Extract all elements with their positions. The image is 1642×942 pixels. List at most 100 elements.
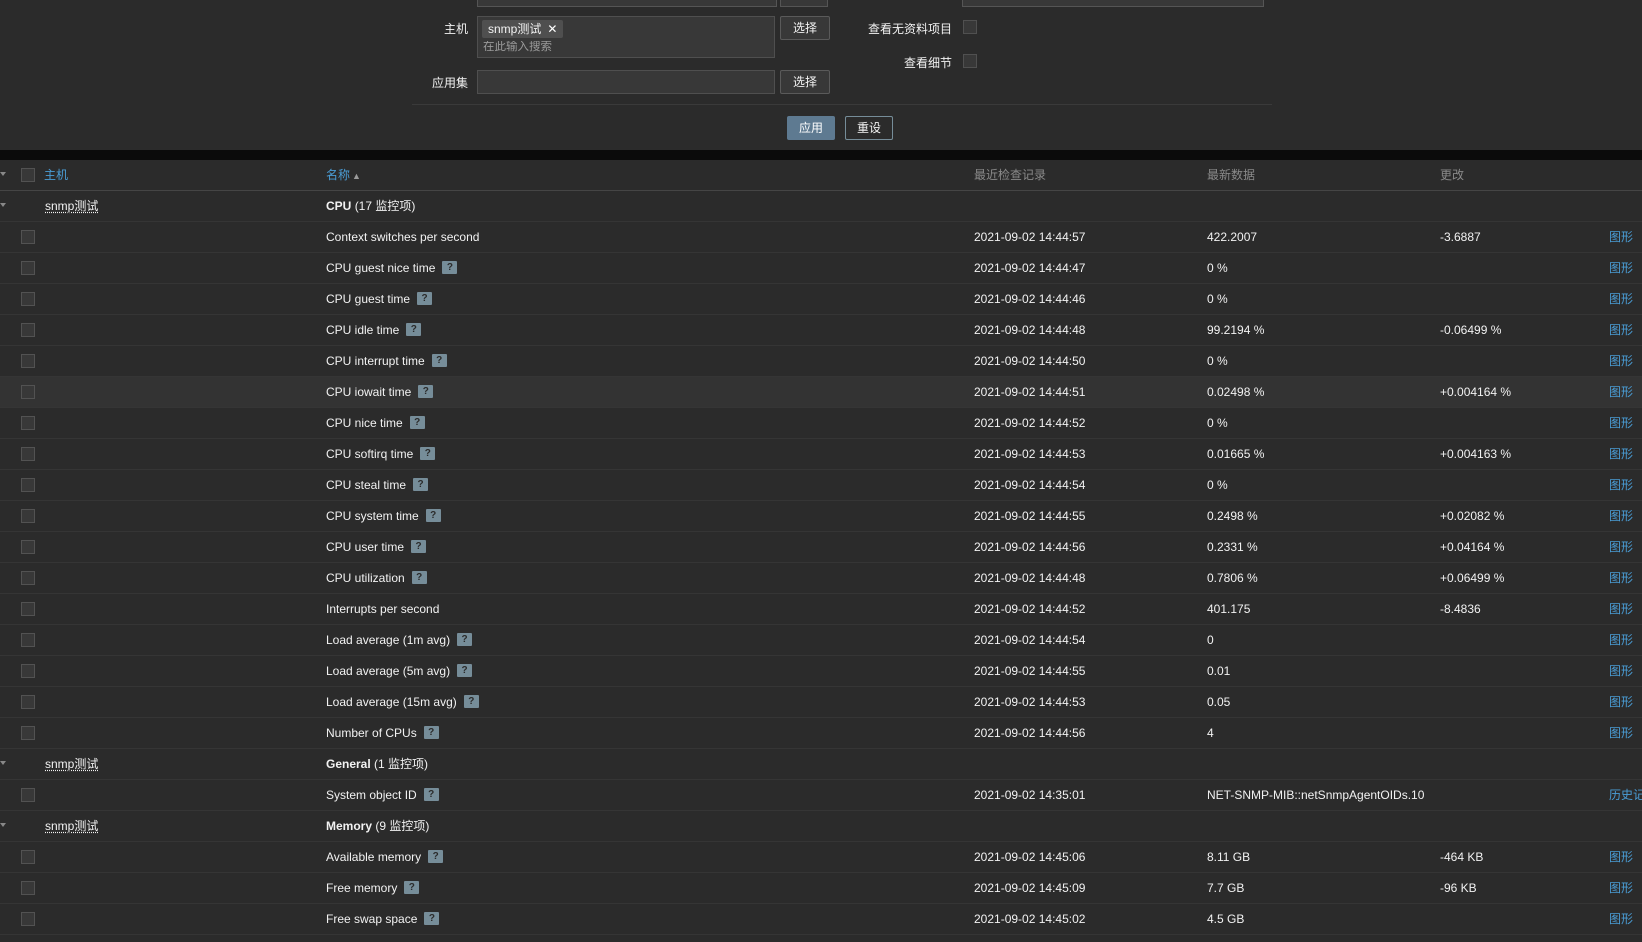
hint-icon[interactable]: ?	[423, 726, 439, 740]
graph-link[interactable]: 图形	[1609, 346, 1633, 376]
host-multiselect[interactable]: snmp测试 ✕	[477, 16, 775, 58]
item-checkbox[interactable]	[21, 478, 35, 492]
graph-link[interactable]: 图形	[1609, 284, 1633, 314]
apply-button[interactable]: 应用	[787, 116, 835, 140]
item-row: Free memory? 2021-09-02 14:45:09 7.7 GB -96…	[0, 873, 1642, 904]
item-row: Load average (5m avg)? 2021-09-02 14:44:5…	[0, 656, 1642, 687]
collapse-icon[interactable]	[0, 823, 6, 827]
graph-link[interactable]: 图形	[1609, 687, 1633, 717]
group-host[interactable]: snmp测试	[45, 811, 98, 841]
reset-button[interactable]: 重设	[845, 116, 893, 140]
show-details-label: 查看细节	[903, 56, 952, 70]
graph-link[interactable]: 图形	[1609, 532, 1633, 562]
item-checkbox[interactable]	[21, 323, 35, 337]
item-checkbox[interactable]	[21, 230, 35, 244]
app-select-button[interactable]: 选择	[780, 70, 830, 94]
graph-link[interactable]: 图形	[1609, 408, 1633, 438]
select-all-checkbox[interactable]	[21, 168, 35, 182]
hint-icon[interactable]: ?	[442, 261, 458, 275]
hint-icon[interactable]: ?	[457, 633, 473, 647]
item-change: -8.4836	[1440, 602, 1481, 616]
graph-link[interactable]: 图形	[1609, 718, 1633, 748]
hint-icon[interactable]: ?	[418, 385, 434, 399]
item-checkbox[interactable]	[21, 695, 35, 709]
item-checkbox[interactable]	[21, 261, 35, 275]
item-checkbox[interactable]	[21, 509, 35, 523]
collapse-icon[interactable]	[0, 203, 6, 207]
app-input[interactable]	[477, 70, 775, 94]
graph-link[interactable]: 图形	[1609, 439, 1633, 469]
host-search-input[interactable]	[483, 41, 763, 53]
collapse-all-icon[interactable]	[0, 172, 6, 176]
item-checkbox[interactable]	[21, 354, 35, 368]
item-last-value: 7.7 GB	[1207, 881, 1245, 895]
item-row: Free swap space? 2021-09-02 14:45:02 4.5 G…	[0, 904, 1642, 935]
item-checkbox[interactable]	[21, 602, 35, 616]
graph-link[interactable]: 图形	[1609, 563, 1633, 593]
host-label: 主机	[443, 22, 468, 36]
graph-link[interactable]: 图形	[1609, 470, 1633, 500]
hint-icon[interactable]: ?	[428, 850, 444, 864]
hint-icon[interactable]: ?	[417, 292, 433, 306]
hint-icon[interactable]: ?	[413, 478, 429, 492]
graph-link[interactable]: 图形	[1609, 222, 1633, 252]
item-change: -0.06499 %	[1440, 323, 1502, 337]
header-name[interactable]: 名称 ▲	[326, 160, 361, 190]
hint-icon[interactable]: ?	[409, 416, 425, 430]
hint-icon[interactable]: ?	[431, 354, 447, 368]
table-header: 主机 名称 ▲ 最近检查记录 最新数据 更改	[0, 160, 1642, 191]
hint-icon[interactable]: ?	[425, 509, 441, 523]
graph-link[interactable]: 图形	[1609, 842, 1633, 872]
hint-icon[interactable]: ?	[420, 447, 436, 461]
graph-link[interactable]: 图形	[1609, 377, 1633, 407]
item-checkbox[interactable]	[21, 881, 35, 895]
field-top-edge	[477, 0, 777, 7]
graph-link[interactable]: 图形	[1609, 904, 1633, 934]
history-link[interactable]: 历史记	[1609, 780, 1642, 810]
collapse-icon[interactable]	[0, 761, 6, 765]
hint-icon[interactable]: ?	[423, 788, 439, 802]
item-checkbox[interactable]	[21, 540, 35, 554]
item-row: CPU user time? 2021-09-02 14:44:56 0.2331 …	[0, 532, 1642, 563]
item-checkbox[interactable]	[21, 447, 35, 461]
graph-link[interactable]: 图形	[1609, 315, 1633, 345]
item-checkbox[interactable]	[21, 571, 35, 585]
item-checkbox[interactable]	[21, 416, 35, 430]
item-checkbox[interactable]	[21, 633, 35, 647]
item-last-value: 0.05	[1207, 695, 1231, 709]
group-title: General (1 监控项)	[326, 749, 428, 779]
show-no-data-checkbox[interactable]	[963, 20, 977, 34]
hint-icon[interactable]: ?	[411, 571, 427, 585]
hint-icon[interactable]: ?	[457, 664, 473, 678]
item-row: Context switches per second 2021-09-02 14…	[0, 222, 1642, 253]
graph-link[interactable]: 图形	[1609, 501, 1633, 531]
hint-icon[interactable]: ?	[424, 912, 440, 926]
graph-link[interactable]: 图形	[1609, 253, 1633, 283]
group-host[interactable]: snmp测试	[45, 191, 98, 221]
hint-icon[interactable]: ?	[404, 881, 420, 895]
item-checkbox[interactable]	[21, 788, 35, 802]
hint-icon[interactable]: ?	[406, 323, 422, 337]
graph-link[interactable]: 图形	[1609, 594, 1633, 624]
item-checkbox[interactable]	[21, 664, 35, 678]
remove-tag-icon[interactable]: ✕	[547, 22, 557, 36]
host-select-button[interactable]: 选择	[780, 16, 830, 40]
header-host[interactable]: 主机	[44, 160, 68, 190]
hint-icon[interactable]: ?	[463, 695, 479, 709]
item-checkbox[interactable]	[21, 850, 35, 864]
item-name-label: System object ID	[326, 788, 417, 802]
hint-icon[interactable]: ?	[411, 540, 427, 554]
show-details-checkbox[interactable]	[963, 54, 977, 68]
item-checkbox[interactable]	[21, 726, 35, 740]
item-checkbox[interactable]	[21, 385, 35, 399]
item-checkbox[interactable]	[21, 912, 35, 926]
item-last-value: 401.175	[1207, 602, 1251, 616]
graph-link[interactable]: 图形	[1609, 873, 1633, 903]
header-last-value: 最新数据	[1207, 168, 1256, 182]
item-row: Number of CPUs? 2021-09-02 14:44:56 4 图形	[0, 718, 1642, 749]
graph-link[interactable]: 图形	[1609, 625, 1633, 655]
graph-link[interactable]: 图形	[1609, 656, 1633, 686]
group-host[interactable]: snmp测试	[45, 749, 98, 779]
item-checkbox[interactable]	[21, 292, 35, 306]
item-change: -3.6887	[1440, 230, 1481, 244]
